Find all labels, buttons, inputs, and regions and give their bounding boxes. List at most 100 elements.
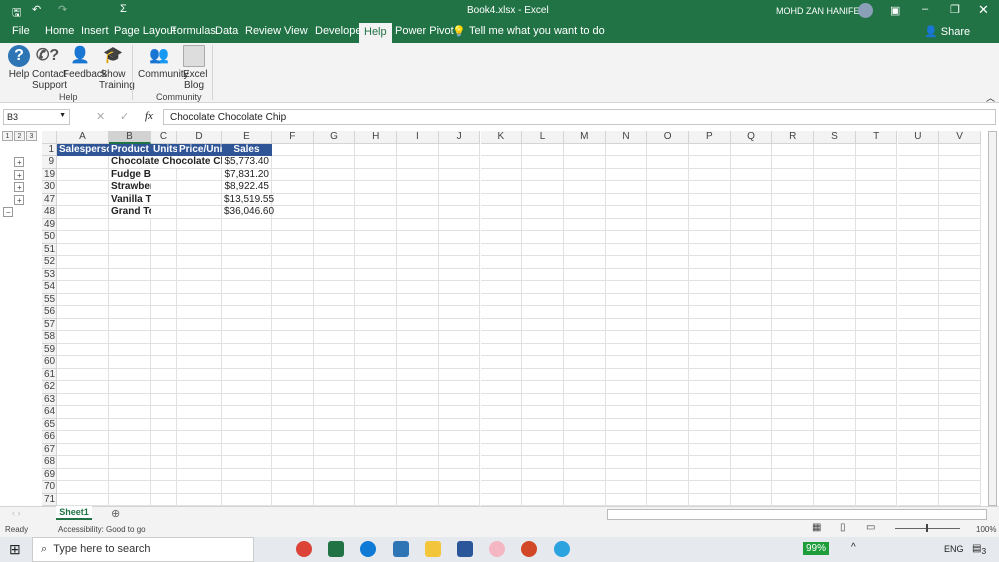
sales-cell[interactable]: $36,046.60 bbox=[222, 206, 274, 219]
cell[interactable] bbox=[57, 343, 109, 356]
column-header-l[interactable]: L bbox=[522, 131, 564, 144]
cell[interactable] bbox=[438, 331, 481, 344]
cell[interactable] bbox=[177, 418, 222, 431]
cell[interactable] bbox=[563, 318, 606, 331]
cell[interactable] bbox=[397, 206, 439, 219]
cell[interactable] bbox=[522, 468, 564, 481]
tab-developer[interactable]: Developer bbox=[315, 25, 365, 37]
cell[interactable] bbox=[57, 181, 109, 194]
cell[interactable] bbox=[177, 406, 222, 419]
cell[interactable] bbox=[689, 193, 731, 206]
outline-expand-button[interactable]: + bbox=[14, 194, 24, 205]
cell[interactable] bbox=[563, 431, 606, 444]
cell[interactable] bbox=[563, 331, 606, 344]
header-cell[interactable]: Salesperson bbox=[57, 143, 118, 156]
cell[interactable] bbox=[689, 268, 731, 281]
cell[interactable] bbox=[355, 156, 398, 169]
cell[interactable] bbox=[438, 181, 481, 194]
cell[interactable] bbox=[939, 181, 981, 194]
cell[interactable] bbox=[397, 256, 439, 269]
cell[interactable] bbox=[522, 293, 564, 306]
cell[interactable] bbox=[397, 306, 439, 319]
cell[interactable] bbox=[438, 293, 481, 306]
cell[interactable] bbox=[855, 206, 898, 219]
cell[interactable] bbox=[647, 418, 689, 431]
cell[interactable] bbox=[730, 293, 773, 306]
redo-icon[interactable]: ↷ bbox=[58, 3, 67, 16]
cell[interactable] bbox=[438, 443, 481, 456]
cell[interactable] bbox=[313, 431, 356, 444]
cell[interactable] bbox=[689, 381, 731, 394]
cell[interactable] bbox=[855, 306, 898, 319]
cell[interactable] bbox=[272, 143, 314, 156]
cell[interactable] bbox=[313, 456, 356, 469]
cell[interactable] bbox=[647, 143, 689, 156]
cell[interactable] bbox=[855, 456, 898, 469]
cell[interactable] bbox=[855, 431, 898, 444]
cell[interactable] bbox=[438, 268, 481, 281]
cell[interactable] bbox=[939, 431, 981, 444]
cell[interactable] bbox=[939, 468, 981, 481]
cancel-icon[interactable]: ✕ bbox=[96, 110, 105, 123]
cell[interactable] bbox=[355, 243, 398, 256]
outline-level-2[interactable]: 2 bbox=[14, 131, 25, 141]
cell[interactable] bbox=[222, 218, 272, 231]
column-header-r[interactable]: R bbox=[772, 131, 815, 144]
cell[interactable] bbox=[313, 143, 356, 156]
cell[interactable] bbox=[480, 356, 523, 369]
cell[interactable] bbox=[730, 306, 773, 319]
column-header-p[interactable]: P bbox=[689, 131, 731, 144]
row-header[interactable]: 58 bbox=[42, 331, 57, 344]
tab-home[interactable]: Home bbox=[45, 25, 74, 37]
cell[interactable] bbox=[689, 231, 731, 244]
cell[interactable] bbox=[109, 293, 151, 306]
cell[interactable] bbox=[814, 306, 856, 319]
cell[interactable] bbox=[313, 168, 356, 181]
new-sheet-icon[interactable]: ⊕ bbox=[111, 507, 120, 520]
cell[interactable] bbox=[57, 256, 109, 269]
cell[interactable] bbox=[814, 443, 856, 456]
cell[interactable] bbox=[605, 143, 648, 156]
row-header[interactable]: 1 bbox=[42, 143, 57, 156]
cell[interactable] bbox=[272, 393, 314, 406]
cell[interactable] bbox=[605, 443, 648, 456]
cell[interactable] bbox=[151, 231, 177, 244]
cell[interactable] bbox=[272, 481, 314, 494]
cell[interactable] bbox=[397, 268, 439, 281]
cell[interactable] bbox=[605, 156, 648, 169]
sheet-tab-sheet1[interactable]: Sheet1 bbox=[56, 506, 92, 520]
cell[interactable] bbox=[814, 256, 856, 269]
cell[interactable] bbox=[689, 243, 731, 256]
cell[interactable] bbox=[151, 256, 177, 269]
cell[interactable] bbox=[355, 343, 398, 356]
cell[interactable] bbox=[438, 356, 481, 369]
cell[interactable] bbox=[313, 218, 356, 231]
cell[interactable] bbox=[109, 318, 151, 331]
chrome-icon[interactable] bbox=[296, 541, 312, 557]
cell[interactable] bbox=[313, 206, 356, 219]
undo-icon[interactable]: ↶ bbox=[32, 3, 41, 16]
cell[interactable] bbox=[897, 281, 940, 294]
cell[interactable] bbox=[522, 356, 564, 369]
taskbar-search[interactable]: ⌕ Type here to search bbox=[32, 537, 254, 562]
cell[interactable] bbox=[522, 193, 564, 206]
cell[interactable] bbox=[855, 268, 898, 281]
cell[interactable] bbox=[605, 418, 648, 431]
cell[interactable] bbox=[605, 381, 648, 394]
product-cell[interactable]: Chocolate Chocolate Chip Total bbox=[109, 156, 222, 169]
column-header-k[interactable]: K bbox=[480, 131, 523, 144]
cell[interactable] bbox=[605, 206, 648, 219]
cell[interactable] bbox=[222, 468, 272, 481]
cell[interactable] bbox=[313, 493, 356, 506]
cell[interactable] bbox=[772, 318, 815, 331]
cell[interactable] bbox=[177, 306, 222, 319]
cell[interactable] bbox=[605, 493, 648, 506]
cell[interactable] bbox=[272, 243, 314, 256]
cell[interactable] bbox=[397, 481, 439, 494]
cell[interactable] bbox=[772, 493, 815, 506]
cell[interactable] bbox=[480, 481, 523, 494]
cell[interactable] bbox=[689, 443, 731, 456]
cell[interactable] bbox=[272, 318, 314, 331]
row-header[interactable]: 52 bbox=[42, 256, 57, 269]
cell[interactable] bbox=[313, 381, 356, 394]
